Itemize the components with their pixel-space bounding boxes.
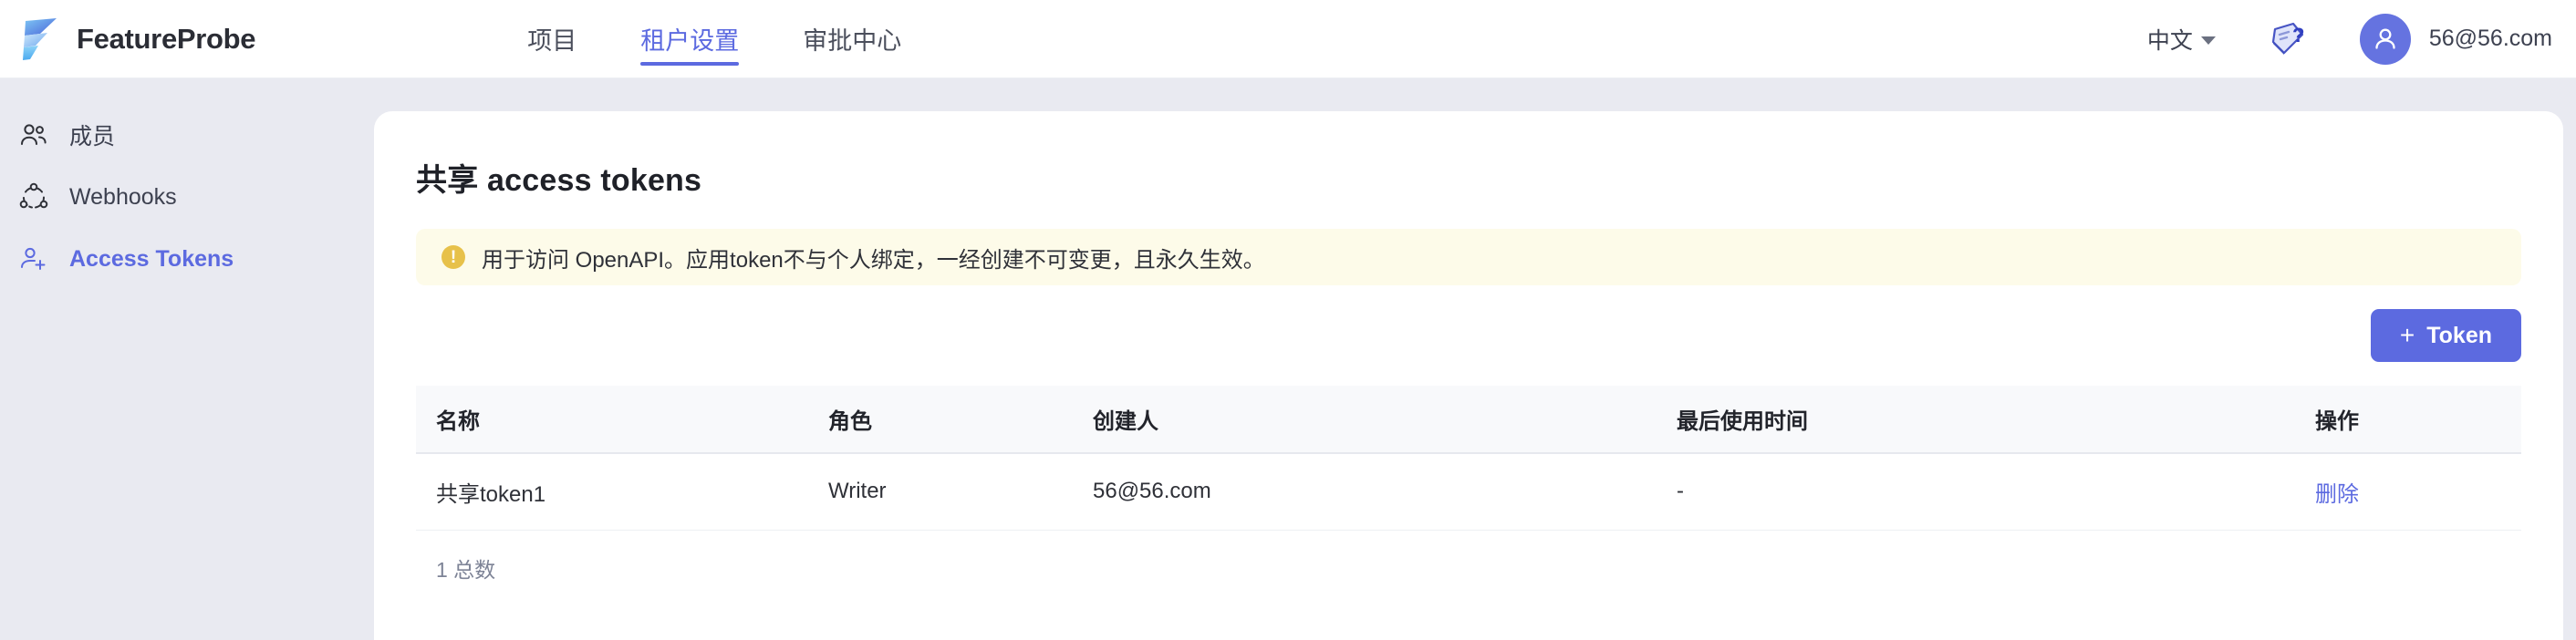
content-card: 共享 access tokens ! 用于访问 OpenAPI。应用token不… (374, 111, 2563, 640)
table-header-row: 名称 角色 创建人 最后使用时间 操作 (416, 386, 2521, 454)
svg-text:?: ? (2292, 24, 2304, 46)
plus-icon: + (2399, 321, 2415, 349)
user-add-icon (16, 242, 51, 276)
main-nav: 项目 租户设置 审批中心 (527, 0, 901, 78)
brand-logo-link[interactable]: FeatureProbe (20, 15, 256, 63)
sidebar-item-webhooks[interactable]: Webhooks (0, 166, 374, 228)
top-header: FeatureProbe 项目 租户设置 审批中心 中文 ? 56@56.com (0, 0, 2576, 78)
delete-token-link[interactable]: 删除 (2315, 482, 2359, 507)
table-head: 名称 角色 创建人 最后使用时间 操作 (416, 386, 2521, 454)
sidebar-item-label: 成员 (69, 124, 116, 150)
column-header-creator: 创建人 (1073, 386, 1657, 454)
sidebar: 成员 Webhooks Access Tokens (0, 78, 374, 640)
cell-token-actions: 删除 (2295, 453, 2521, 531)
sidebar-item-members[interactable]: 成员 (0, 104, 374, 166)
cell-token-creator: 56@56.com (1073, 453, 1657, 531)
info-banner: ! 用于访问 OpenAPI。应用token不与个人绑定，一经创建不可变更，且永… (416, 229, 2521, 285)
warning-exclamation-icon: ! (441, 245, 465, 269)
page-title: 共享 access tokens (416, 163, 702, 198)
members-icon (16, 118, 51, 152)
table-total-count: 1 总数 (436, 557, 496, 582)
table-body: 共享token1 Writer 56@56.com - 删除 (416, 453, 2521, 531)
user-email[interactable]: 56@56.com (2429, 26, 2552, 52)
header-actions: 中文 ? 56@56.com (2147, 13, 2576, 65)
info-banner-text: 用于访问 OpenAPI。应用token不与个人绑定，一经创建不可变更，且永久生… (482, 247, 1265, 273)
body-container: 成员 Webhooks Access Tokens 共享 access toke… (0, 78, 2576, 640)
help-document-icon[interactable]: ? (2269, 20, 2360, 58)
add-token-button-label: Token (2426, 322, 2492, 348)
nav-tab-approval-center[interactable]: 审批中心 (803, 0, 901, 78)
sidebar-item-label: Access Tokens (69, 245, 234, 272)
user-avatar-icon (2375, 28, 2395, 49)
sidebar-item-label: Webhooks (69, 183, 177, 210)
featureprobe-logo-icon (20, 15, 64, 63)
nav-tab-projects[interactable]: 项目 (527, 0, 576, 78)
nav-tab-tenant-settings[interactable]: 租户设置 (640, 0, 740, 78)
cell-token-last-used: - (1657, 453, 2295, 531)
column-header-role: 角色 (808, 386, 1073, 454)
cell-token-name: 共享token1 (416, 453, 808, 531)
sidebar-item-access-tokens[interactable]: Access Tokens (0, 228, 374, 290)
table-toolbar: + Token (416, 309, 2521, 362)
webhook-icon (16, 180, 51, 214)
avatar[interactable] (2359, 13, 2411, 65)
language-label: 中文 (2146, 27, 2193, 54)
column-header-name: 名称 (416, 386, 808, 454)
cell-token-role: Writer (808, 453, 1073, 531)
tokens-table: 名称 角色 创建人 最后使用时间 操作 共享token1 Writer 56@5… (416, 386, 2521, 531)
column-header-last-used: 最后使用时间 (1657, 386, 2295, 454)
language-selector[interactable]: 中文 (2147, 23, 2216, 56)
table-row: 共享token1 Writer 56@56.com - 删除 (416, 453, 2521, 531)
chevron-down-icon (2200, 36, 2216, 45)
column-header-actions: 操作 (2295, 386, 2521, 454)
add-token-button[interactable]: + Token (2370, 309, 2521, 362)
brand-name: FeatureProbe (77, 22, 256, 55)
